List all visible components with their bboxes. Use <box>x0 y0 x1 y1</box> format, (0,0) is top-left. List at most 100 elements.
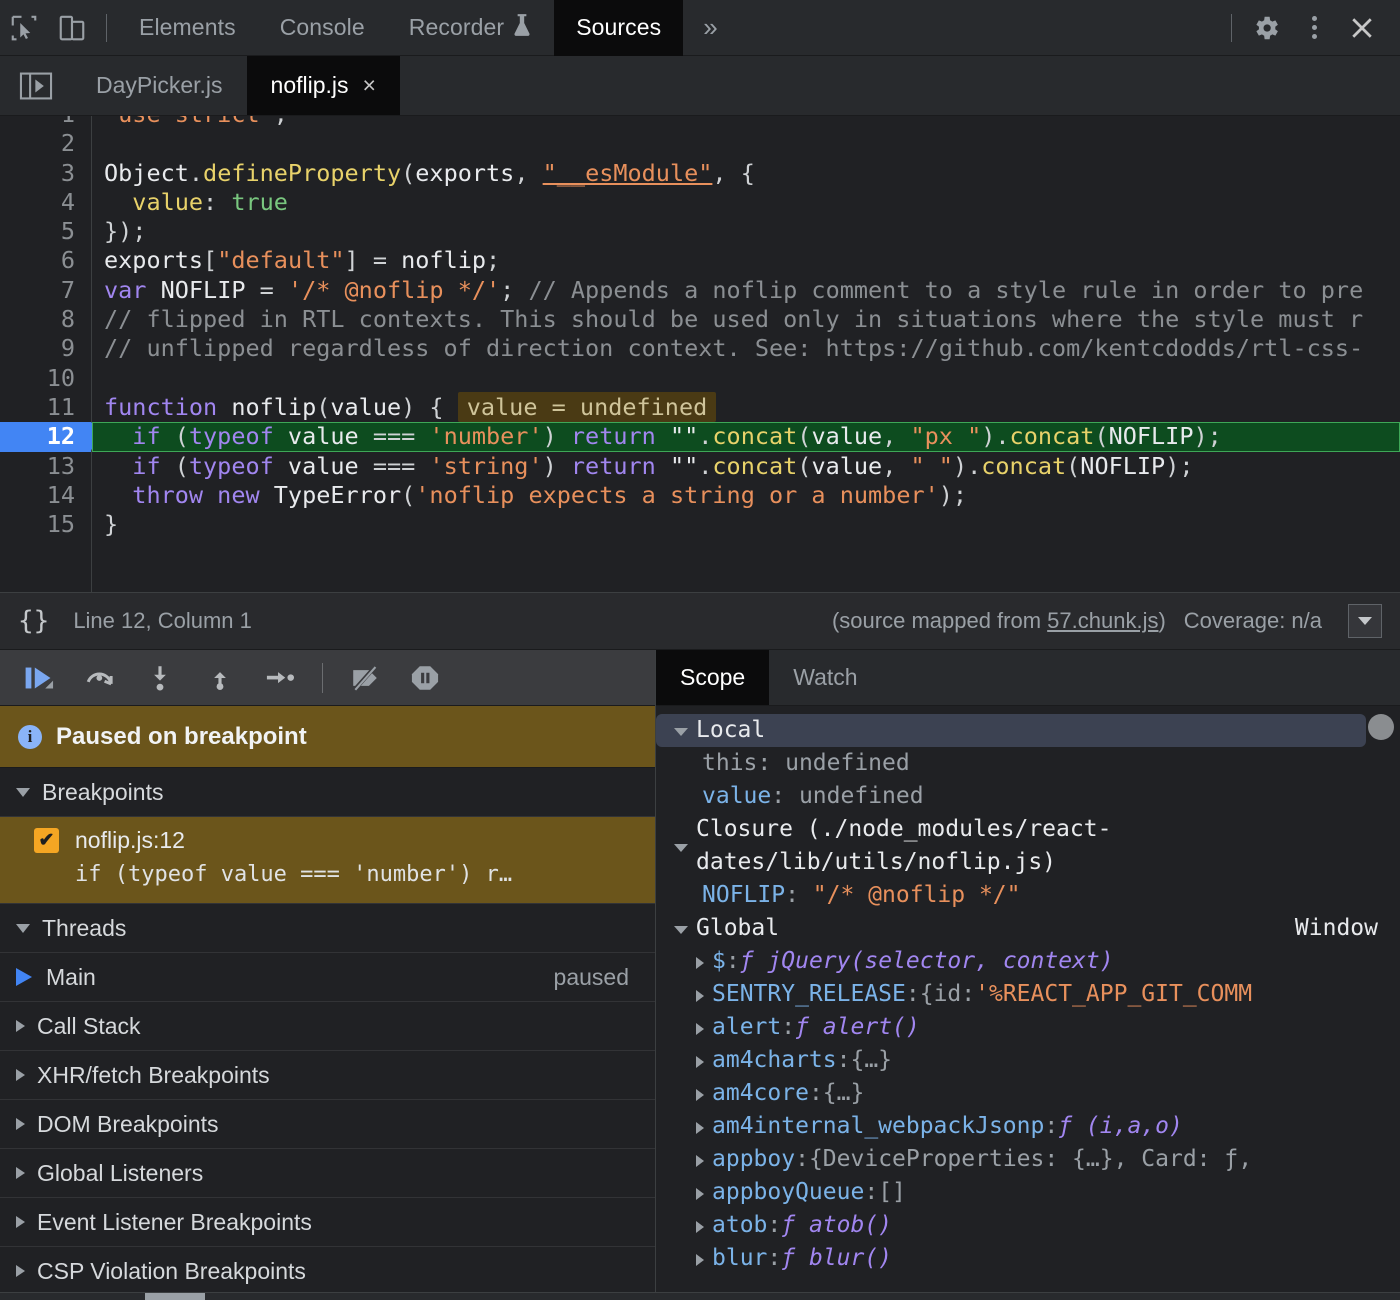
file-tab-daypicker-label: DayPicker.js <box>96 72 223 98</box>
line-number[interactable]: 8 <box>0 305 91 334</box>
line-number[interactable]: 10 <box>0 364 91 393</box>
scope-entry-value: undefined <box>785 750 910 776</box>
show-navigator-icon[interactable] <box>0 56 72 115</box>
scope-entry-appboyqueue[interactable]: appboyQueue: [] <box>656 1176 1400 1209</box>
section-event-listener-breakpoints[interactable]: Event Listener Breakpoints <box>0 1198 655 1247</box>
breakpoint-checkbox[interactable]: ✔ <box>34 828 59 853</box>
line-number[interactable]: 11 <box>0 393 91 422</box>
step-icon[interactable] <box>254 654 306 702</box>
scope-entry-noflip[interactable]: NOFLIP: "/* @noflip */" <box>656 879 1400 912</box>
scope-entry-sentry-release[interactable]: SENTRY_RELEASE: {id: '%REACT_APP_GIT_COM… <box>656 978 1400 1011</box>
scope-entry-value: {DeviceProperties: {…}, Card: ƒ, <box>808 1146 1253 1172</box>
kebab-menu-icon[interactable] <box>1290 0 1338 56</box>
pretty-print-button[interactable]: {} <box>18 606 49 636</box>
step-over-icon[interactable] <box>74 654 126 702</box>
scope-entry-alert[interactable]: alert: ƒ alert() <box>656 1011 1400 1044</box>
line-number[interactable]: 9 <box>0 334 91 363</box>
section-dom-breakpoints[interactable]: DOM Breakpoints <box>0 1100 655 1149</box>
file-tab-noflip[interactable]: noflip.js × <box>246 56 400 115</box>
line-number[interactable]: 2 <box>0 129 91 158</box>
code-editor[interactable]: 1 2 3 4 5 6 7 8 9 10 11 12 13 14 15 'use… <box>0 116 1400 592</box>
tab-watch[interactable]: Watch <box>769 650 881 705</box>
tab-sources[interactable]: Sources <box>554 0 684 56</box>
scope-entry-this[interactable]: this: undefined <box>656 747 1400 780</box>
line-number[interactable]: 14 <box>0 481 91 510</box>
chevron-down-icon <box>16 787 30 797</box>
scope-entry-name: alert <box>712 1014 782 1040</box>
drawer-resize-handle[interactable] <box>145 1293 205 1300</box>
scope-closure-header[interactable]: Closure (./node_modules/react-dates/lib/… <box>656 813 1400 879</box>
scope-entry-value[interactable]: value: undefined <box>656 780 1400 813</box>
scope-entry-appboy[interactable]: appboy: {DeviceProperties: {…}, Card: ƒ, <box>656 1143 1400 1176</box>
tab-sources-label: Sources <box>576 14 662 40</box>
gear-icon[interactable] <box>1242 0 1290 56</box>
scope-entry-value: [] <box>878 1179 906 1205</box>
chevron-right-icon <box>696 1056 704 1068</box>
panel-overflow-button[interactable]: » <box>683 12 737 43</box>
code-line-3: Object.defineProperty(exports, "__esModu… <box>104 158 755 187</box>
scope-entry-name: NOFLIP <box>702 882 786 908</box>
step-out-icon[interactable] <box>194 654 246 702</box>
chevron-down-icon[interactable] <box>1348 604 1382 638</box>
scope-entry-name: blur <box>712 1245 768 1271</box>
tab-recorder-label: Recorder <box>408 14 505 40</box>
resume-icon[interactable] <box>14 654 66 702</box>
tab-elements[interactable]: Elements <box>117 0 258 56</box>
scope-local-header[interactable]: Local <box>656 714 1366 747</box>
step-into-icon[interactable] <box>134 654 186 702</box>
thread-main[interactable]: Main paused <box>0 953 655 1002</box>
scope-entry-am4charts[interactable]: am4charts: {…} <box>656 1044 1400 1077</box>
line-number[interactable]: 6 <box>0 246 91 275</box>
scope-entry-atob[interactable]: atob: ƒ atob() <box>656 1209 1400 1242</box>
breakpoint-item[interactable]: ✔ noflip.js:12 if (typeof value === 'num… <box>0 817 655 904</box>
deactivate-breakpoints-icon[interactable] <box>339 654 391 702</box>
section-xhr-fetch-breakpoints[interactable]: XHR/fetch Breakpoints <box>0 1051 655 1100</box>
inspect-cursor-icon[interactable] <box>0 0 48 56</box>
line-number[interactable]: 5 <box>0 217 91 246</box>
code-line-8: // flipped in RTL contexts. This should … <box>104 305 1364 334</box>
tab-console[interactable]: Console <box>258 0 387 56</box>
devtools-window: Elements Console Recorder Sources » DayP… <box>0 0 1400 1300</box>
scope-entry-am4internal-webpackjsonp[interactable]: am4internal_webpackJsonp: ƒ (i,a,o) <box>656 1110 1400 1143</box>
line-number[interactable]: 7 <box>0 276 91 305</box>
tab-scope[interactable]: Scope <box>656 650 770 705</box>
line-number-current[interactable]: 12 <box>0 422 106 452</box>
chevron-right-icon <box>16 1069 25 1081</box>
line-number[interactable]: 3 <box>0 159 91 188</box>
section-breakpoints-label: Breakpoints <box>42 778 164 805</box>
section-csp-violation-breakpoints[interactable]: CSP Violation Breakpoints <box>0 1247 655 1292</box>
pause-on-exceptions-icon[interactable] <box>399 654 451 702</box>
device-toolbar-icon[interactable] <box>48 0 96 56</box>
line-number[interactable]: 13 <box>0 452 91 481</box>
close-icon[interactable] <box>1338 0 1386 56</box>
source-map-link[interactable]: 57.chunk.js <box>1047 608 1158 633</box>
scope-entry-dollar[interactable]: $: ƒ jQuery(selector, context) <box>656 945 1400 978</box>
chevron-right-icon <box>16 1118 25 1130</box>
chevron-right-icon <box>696 957 704 969</box>
coverage-info: Coverage: n/a <box>1183 608 1322 633</box>
line-number[interactable]: 4 <box>0 188 91 217</box>
code-content[interactable]: 'use strict'; Object.defineProperty(expo… <box>92 116 1400 592</box>
section-call-stack[interactable]: Call Stack <box>0 1002 655 1051</box>
close-icon[interactable]: × <box>363 74 376 97</box>
chevron-down-icon <box>674 728 688 736</box>
line-number[interactable]: 1 <box>0 116 91 129</box>
scope-tree[interactable]: Local this: undefined value: undefined C… <box>656 706 1400 1292</box>
scope-global-type: Window <box>1294 915 1378 941</box>
section-event-listener-breakpoints-label: Event Listener Breakpoints <box>37 1208 312 1235</box>
scope-entry-name: atob <box>712 1212 768 1238</box>
line-number[interactable]: 15 <box>0 510 91 539</box>
scope-closure-label: Closure (./node_modules/react-dates/lib/… <box>696 816 1112 875</box>
section-threads[interactable]: Threads <box>0 904 655 953</box>
section-breakpoints[interactable]: Breakpoints <box>0 768 655 817</box>
scope-entry-am4core[interactable]: am4core: {…} <box>656 1077 1400 1110</box>
scope-global-label: Global <box>696 915 780 941</box>
section-global-listeners[interactable]: Global Listeners <box>0 1149 655 1198</box>
section-dom-breakpoints-label: DOM Breakpoints <box>37 1110 219 1137</box>
file-tab-daypicker[interactable]: DayPicker.js <box>72 56 247 115</box>
scope-global-header[interactable]: Global Window <box>656 912 1400 945</box>
chevron-right-icon <box>16 1020 25 1032</box>
tab-recorder[interactable]: Recorder <box>387 0 554 56</box>
scope-entry-blur[interactable]: blur: ƒ blur() <box>656 1242 1400 1275</box>
scope-scrollbar-thumb[interactable] <box>1368 714 1394 740</box>
